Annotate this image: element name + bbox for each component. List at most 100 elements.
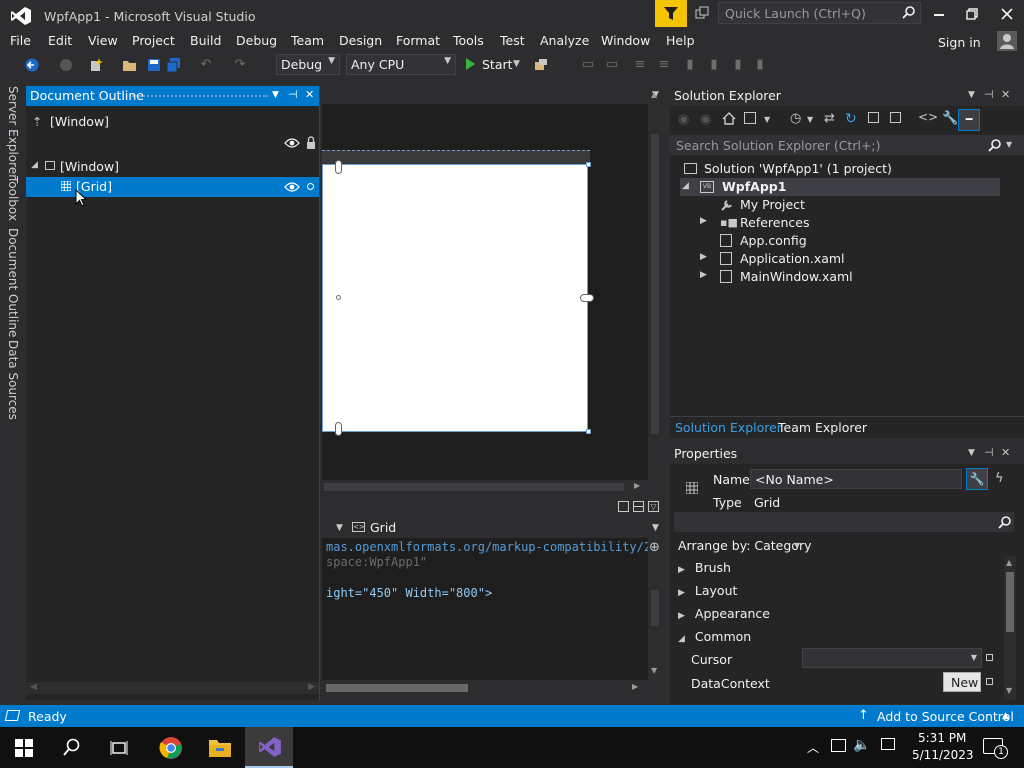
vertical-split-icon[interactable] xyxy=(618,501,629,512)
quick-launch-input[interactable]: Quick Launch (Ctrl+Q) xyxy=(718,2,921,24)
ime-icon[interactable] xyxy=(881,738,895,750)
forward-icon[interactable]: ◉ xyxy=(700,112,711,127)
open-file-icon[interactable] xyxy=(122,57,138,73)
cursor-select[interactable]: ▼ xyxy=(802,648,982,668)
bookmark-icon[interactable]: ▮ xyxy=(752,57,768,73)
datacontext-new-button[interactable]: New xyxy=(943,672,981,692)
scrollbar-thumb[interactable] xyxy=(324,483,624,491)
auto-hide-pin-icon[interactable]: ⊣ xyxy=(984,446,994,459)
account-avatar[interactable] xyxy=(997,31,1017,51)
back-icon[interactable]: ◉ xyxy=(678,112,689,127)
property-marker-icon[interactable] xyxy=(986,678,993,685)
menu-debug[interactable]: Debug xyxy=(236,33,277,48)
properties-vertical-scrollbar[interactable]: ▲ ▼ xyxy=(1004,556,1016,700)
save-icon[interactable] xyxy=(146,57,162,73)
expand-arrow-icon[interactable]: ◢ xyxy=(31,160,38,170)
element-combo-value[interactable]: Grid xyxy=(370,520,396,535)
lock-icon[interactable] xyxy=(306,136,316,149)
close-panel-icon[interactable]: ✕ xyxy=(1001,88,1010,101)
grid-rail-marker-icon[interactable] xyxy=(335,422,342,436)
scroll-right-icon[interactable]: ▶ xyxy=(634,481,640,490)
chevron-down-icon[interactable]: ▼ xyxy=(794,541,800,550)
clock-date[interactable]: 5/11/2023 xyxy=(912,748,974,762)
scroll-right-icon[interactable]: ▶ xyxy=(632,682,638,691)
close-panel-icon[interactable]: ✕ xyxy=(305,88,314,101)
collapse-pane-icon[interactable]: ▽ xyxy=(648,501,659,512)
new-project-icon[interactable] xyxy=(88,57,104,73)
scroll-down-icon[interactable]: ▼ xyxy=(1006,686,1012,695)
network-icon[interactable] xyxy=(831,739,846,752)
chevron-down-icon[interactable]: ▼ xyxy=(764,115,770,124)
visibility-eye-icon[interactable] xyxy=(284,137,300,149)
collapse-all-icon[interactable] xyxy=(868,112,879,123)
chevron-down-icon[interactable]: ▼ xyxy=(1006,140,1012,149)
solution-search-input[interactable]: Search Solution Explorer (Ctrl+;) ▼ xyxy=(670,135,1024,155)
action-center-icon[interactable]: 1 xyxy=(983,738,1008,759)
undo-icon[interactable]: ↶ xyxy=(198,57,214,73)
expand-arrow-icon[interactable]: ◢ xyxy=(682,181,689,191)
xaml-horizontal-scrollbar[interactable]: ▶ xyxy=(322,680,648,696)
bookmark-icon[interactable]: ▮ xyxy=(706,57,722,73)
platform-select[interactable]: Any CPU ▼ xyxy=(346,54,456,75)
menu-team[interactable]: Team xyxy=(291,33,324,48)
file-explorer-icon[interactable] xyxy=(208,737,232,759)
auto-hide-pin-icon[interactable]: ⊣ xyxy=(984,88,994,101)
switch-views-icon[interactable] xyxy=(744,112,756,124)
scrollbar-thumb[interactable] xyxy=(1006,572,1014,632)
visual-studio-taskbar-button[interactable] xyxy=(245,727,293,768)
search-icon[interactable] xyxy=(63,738,81,756)
events-lightning-icon[interactable]: ϟ xyxy=(995,471,1004,486)
save-all-icon[interactable] xyxy=(166,57,182,73)
collapse-arrow-icon[interactable]: ◢ xyxy=(678,634,685,644)
lock-toggle-icon[interactable] xyxy=(307,183,314,190)
design-window-client[interactable] xyxy=(322,164,588,432)
browser-link-icon[interactable] xyxy=(533,57,549,73)
sign-in-link[interactable]: Sign in xyxy=(938,35,981,50)
selection-handle[interactable] xyxy=(336,295,341,300)
windows-start-icon[interactable] xyxy=(15,739,33,757)
menu-window[interactable]: Window xyxy=(601,33,650,48)
restore-icon[interactable] xyxy=(966,8,978,20)
tab-server-explorer[interactable]: Server Explorer xyxy=(6,86,20,179)
tab-data-sources[interactable]: Data Sources xyxy=(6,340,20,420)
task-view-icon[interactable] xyxy=(110,739,128,757)
outline-tree-item[interactable]: ◢ [Window] xyxy=(26,157,319,177)
menu-tools[interactable]: Tools xyxy=(453,33,484,48)
tab-team-explorer[interactable]: Team Explorer xyxy=(778,420,867,435)
scroll-up-icon[interactable]: ▲ xyxy=(651,90,657,99)
name-input[interactable]: <No Name> xyxy=(750,469,962,489)
chevron-down-icon[interactable]: ▼ xyxy=(336,523,343,533)
preview-selected-icon[interactable]: ━ xyxy=(958,109,980,131)
redo-icon[interactable]: ↷ xyxy=(232,57,248,73)
chevron-down-icon[interactable]: ▼ xyxy=(652,523,659,533)
close-icon[interactable] xyxy=(1001,8,1013,20)
menu-view[interactable]: View xyxy=(88,33,118,48)
chrome-icon[interactable] xyxy=(159,736,183,760)
navigate-forward-icon[interactable] xyxy=(58,57,74,73)
scroll-down-icon[interactable]: ▼ xyxy=(651,666,657,675)
scroll-left-icon[interactable]: ◀ xyxy=(30,682,37,692)
window-position-icon[interactable]: ▼ xyxy=(968,90,975,100)
tab-document-outline[interactable]: Document Outline xyxy=(6,228,20,337)
menu-format[interactable]: Format xyxy=(396,33,440,48)
category-layout[interactable]: ▶ Layout xyxy=(678,583,737,598)
outline-tree-item-selected[interactable]: [Grid] xyxy=(26,177,319,197)
system-tray-chevron-icon[interactable]: ︿ xyxy=(807,739,819,756)
search-icon[interactable] xyxy=(988,138,1002,152)
pending-changes-icon[interactable]: ◷ xyxy=(790,111,801,126)
menu-edit[interactable]: Edit xyxy=(48,33,72,48)
tab-solution-explorer[interactable]: Solution Explorer xyxy=(675,420,782,435)
scrollbar-thumb[interactable] xyxy=(651,134,659,434)
expand-arrow-icon[interactable]: ▶ xyxy=(700,270,707,280)
xaml-code-editor[interactable]: mas.openxmlformats.org/markup-compatibil… xyxy=(322,538,658,680)
chevron-up-icon[interactable]: ▲ xyxy=(1002,711,1009,721)
scroll-up-icon[interactable]: ▲ xyxy=(1006,558,1012,567)
menu-project[interactable]: Project xyxy=(132,33,175,48)
toolbar-disabled-icon[interactable]: ▭ xyxy=(580,57,596,73)
drag-grip[interactable] xyxy=(132,95,268,97)
menu-file[interactable]: File xyxy=(10,33,31,48)
scrollbar-thumb[interactable] xyxy=(651,590,659,626)
view-code-icon[interactable]: <> xyxy=(918,110,938,124)
arrange-by-dropdown[interactable]: Arrange by: Category xyxy=(678,538,812,553)
menu-design[interactable]: Design xyxy=(339,33,382,48)
